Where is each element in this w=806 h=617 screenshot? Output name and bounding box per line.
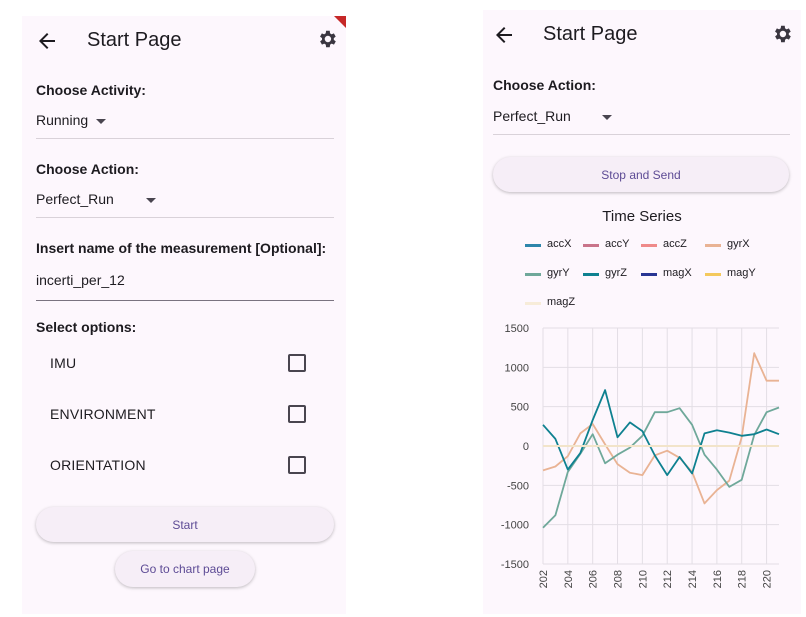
y-tick-label: -1000 (501, 520, 529, 532)
y-tick-label: 1500 (505, 323, 529, 335)
legend-swatch (583, 273, 599, 276)
activity-dropdown[interactable]: Running (36, 108, 334, 139)
y-tick-label: -500 (507, 480, 529, 492)
y-tick-label: -1500 (501, 559, 529, 571)
x-tick-label: 210 (637, 570, 649, 588)
app-bar: Start Page (22, 16, 346, 66)
back-arrow-icon[interactable] (492, 23, 516, 47)
chevron-down-icon (602, 115, 612, 120)
option-imu[interactable]: IMU (50, 349, 306, 377)
chevron-down-icon (96, 119, 106, 124)
option-label: ENVIRONMENT (50, 406, 156, 422)
x-tick-label: 206 (588, 570, 600, 588)
action-label: Choose Action: (36, 161, 139, 177)
page-title: Start Page (87, 29, 182, 51)
legend-swatch (705, 273, 721, 276)
series-line-gyrX (542, 352, 779, 505)
option-label: ORIENTATION (50, 457, 146, 473)
x-tick-label: 218 (737, 570, 749, 588)
x-tick-label: 202 (538, 570, 550, 588)
stop-and-send-button[interactable]: Stop and Send (493, 157, 789, 192)
debug-banner (334, 16, 346, 28)
option-label: IMU (50, 355, 77, 371)
legend-label: gyrZ (605, 267, 627, 279)
start-button[interactable]: Start (36, 507, 334, 542)
legend-swatch (525, 244, 541, 247)
measurement-name-input[interactable] (36, 272, 334, 288)
y-tick-label: 1000 (505, 362, 529, 374)
legend-label: accX (547, 238, 572, 250)
gear-icon[interactable] (316, 28, 338, 50)
action-label: Choose Action: (493, 77, 596, 93)
x-tick-label: 204 (563, 570, 575, 588)
chart-title: Time Series (602, 208, 682, 225)
legend-swatch (641, 273, 657, 276)
legend-swatch (525, 273, 541, 276)
legend-label: gyrY (547, 267, 570, 279)
x-tick-label: 214 (687, 570, 699, 588)
chevron-down-icon (146, 198, 156, 203)
gear-icon[interactable] (771, 23, 793, 45)
legend-swatch (705, 244, 721, 247)
measurement-name-field[interactable] (36, 268, 334, 301)
action-dropdown[interactable]: Perfect_Run (493, 104, 790, 135)
environment-checkbox[interactable] (288, 405, 306, 423)
activity-label: Choose Activity: (36, 82, 146, 98)
x-tick-label: 208 (613, 570, 625, 588)
series-line-gyrZ (542, 389, 780, 477)
start-page-screen: Start Page Choose Activity: Running Choo… (22, 16, 346, 614)
legend-label: accZ (663, 238, 687, 250)
measurement-label: Insert name of the measurement [Optional… (36, 240, 327, 256)
go-to-chart-page-button[interactable]: Go to chart page (115, 551, 255, 587)
x-tick-label: 212 (662, 570, 674, 588)
action-value: Perfect_Run (493, 108, 571, 124)
option-orientation[interactable]: ORIENTATION (50, 451, 306, 479)
legend-swatch (583, 244, 599, 247)
chart-page-screen: Start Page Choose Action: Perfect_Run St… (483, 10, 801, 614)
legend-label: magZ (547, 296, 576, 308)
page-title: Start Page (543, 23, 638, 45)
imu-checkbox[interactable] (288, 354, 306, 372)
y-tick-label: 500 (511, 402, 529, 414)
legend-label: magX (663, 267, 692, 279)
option-environment[interactable]: ENVIRONMENT (50, 400, 306, 428)
back-arrow-icon[interactable] (35, 29, 59, 53)
legend-label: accY (605, 238, 630, 250)
x-tick-label: 216 (712, 570, 724, 588)
action-value: Perfect_Run (36, 191, 114, 207)
activity-value: Running (36, 112, 89, 128)
legend-swatch (525, 302, 541, 305)
app-bar: Start Page (483, 10, 801, 60)
options-label: Select options: (36, 319, 137, 335)
orientation-checkbox[interactable] (288, 456, 306, 474)
y-tick-label: 0 (523, 441, 529, 453)
x-tick-label: 220 (762, 570, 774, 588)
time-series-chart: -1500 -1000 -500 0 500 1000 1500 202 204 206 208 21… (501, 323, 780, 588)
legend-swatch (641, 244, 657, 247)
legend-label: gyrX (727, 238, 750, 250)
legend-label: magY (727, 267, 756, 279)
action-dropdown[interactable]: Perfect_Run (36, 187, 334, 218)
